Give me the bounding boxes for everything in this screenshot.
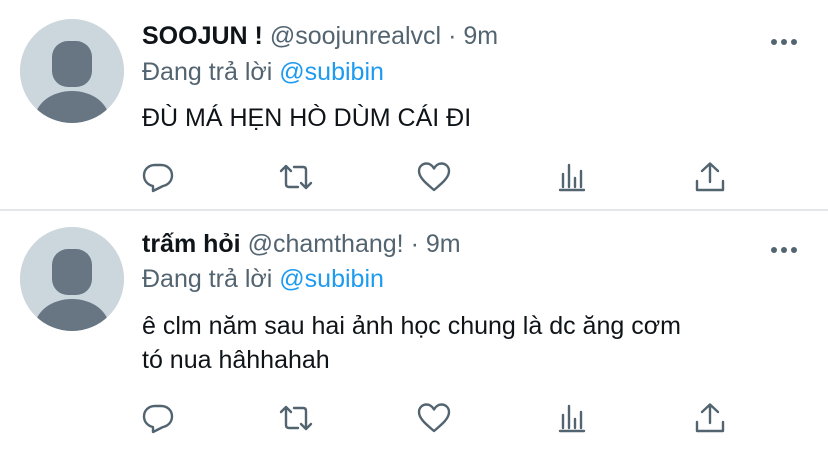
retweet-button[interactable]	[278, 401, 314, 435]
like-icon	[417, 403, 451, 433]
tweet-header: trấm hỏi @chamthang! · 9m	[142, 227, 461, 261]
replying-to-line: Đang trả lời @subibin	[142, 55, 384, 89]
like-button[interactable]	[416, 401, 452, 435]
separator: ·	[410, 230, 419, 258]
author-handle[interactable]: @chamthang!	[248, 230, 404, 258]
like-button[interactable]	[416, 160, 452, 194]
reply-feed: SOOJUN ! @soojunrealvcl · 9m Đang trả lờ…	[0, 0, 828, 458]
analytics-icon	[558, 404, 586, 433]
share-icon	[695, 403, 725, 433]
more-options-button[interactable]	[770, 242, 798, 253]
tweet-text: ê clm năm sau hai ảnh học chung là dc ăn…	[142, 309, 802, 377]
replying-to-line: Đang trả lời @subibin	[142, 262, 384, 296]
avatar[interactable]	[20, 227, 124, 331]
reply-icon	[142, 404, 174, 434]
tweet-text-line: ĐÙ MÁ HẸN HÒ DÙM CÁI ĐI	[142, 104, 472, 132]
tweet-header: SOOJUN ! @soojunrealvcl · 9m	[142, 19, 498, 53]
more-horizontal-icon	[771, 39, 797, 45]
mention-link[interactable]: @subibin	[279, 58, 384, 86]
like-icon	[417, 162, 451, 192]
tweet-actions	[140, 160, 740, 194]
timestamp[interactable]: 9m	[426, 230, 461, 258]
share-button[interactable]	[692, 160, 728, 194]
avatar[interactable]	[20, 19, 124, 123]
more-options-button[interactable]	[770, 34, 798, 45]
mention-link[interactable]: @subibin	[279, 265, 384, 293]
retweet-icon	[279, 164, 313, 190]
tweet-text-line: ê clm năm sau hai ảnh học chung là dc ăn…	[142, 312, 681, 340]
reply-icon	[142, 163, 174, 193]
author-handle[interactable]: @soojunrealvcl	[270, 22, 441, 50]
views-button[interactable]	[554, 160, 590, 194]
share-button[interactable]	[692, 401, 728, 435]
retweet-button[interactable]	[278, 160, 314, 194]
tweet-text-line: tó nua hâhhahah	[142, 346, 330, 374]
reply-button[interactable]	[140, 160, 176, 194]
tweet-text: ĐÙ MÁ HẸN HÒ DÙM CÁI ĐI	[142, 101, 802, 135]
tweet[interactable]: SOOJUN ! @soojunrealvcl · 9m Đang trả lờ…	[0, 0, 828, 210]
default-avatar-icon	[20, 227, 124, 331]
tweet-actions	[140, 401, 740, 435]
retweet-icon	[279, 405, 313, 431]
replying-prefix: Đang trả lời	[142, 58, 273, 86]
separator: ·	[448, 22, 457, 50]
views-button[interactable]	[554, 401, 590, 435]
default-avatar-icon	[20, 19, 124, 123]
more-horizontal-icon	[771, 247, 797, 253]
share-icon	[695, 162, 725, 192]
analytics-icon	[558, 163, 586, 192]
timestamp[interactable]: 9m	[463, 22, 498, 50]
replying-prefix: Đang trả lời	[142, 265, 273, 293]
author-name[interactable]: SOOJUN !	[142, 22, 263, 50]
author-name[interactable]: trấm hỏi	[142, 230, 241, 258]
tweet[interactable]: trấm hỏi @chamthang! · 9m Đang trả lời @…	[0, 211, 828, 458]
reply-button[interactable]	[140, 401, 176, 435]
